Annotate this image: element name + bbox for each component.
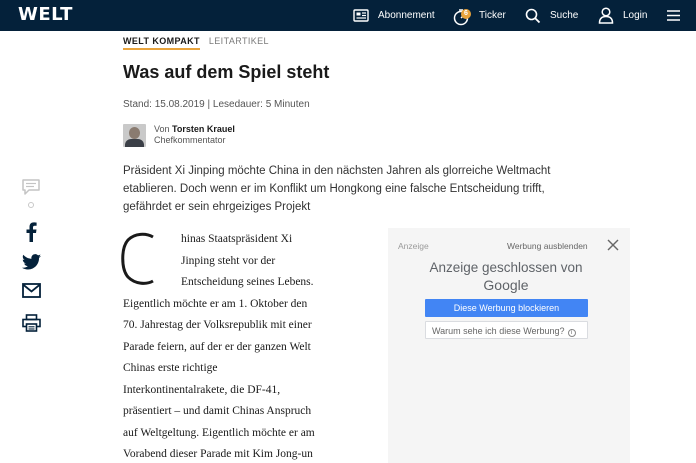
abonnement-label: Abonnement: [378, 10, 435, 21]
kicker-leitartikel[interactable]: LEITARTIKEL: [209, 36, 269, 46]
google-logo-text: Google: [483, 277, 529, 293]
ad-label: Anzeige: [398, 241, 429, 251]
login-label: Login: [623, 10, 648, 21]
body-line: Jinping steht vor der: [181, 254, 276, 267]
body-line: präsentiert – und damit Chinas Anspruch: [123, 405, 312, 417]
menu-button[interactable]: [667, 0, 680, 31]
hamburger-menu-icon: [667, 10, 680, 21]
facebook-share-button[interactable]: [19, 222, 43, 242]
author-text: Von Torsten Krauel Chefkommentator: [154, 124, 235, 147]
body-line: Interkontinentalrakete, die DF-41,: [123, 383, 281, 396]
author-avatar[interactable]: [123, 124, 146, 147]
body-line: Entscheidung seines Lebens.: [181, 276, 314, 288]
mail-icon: [21, 283, 41, 298]
info-icon: i: [567, 329, 576, 337]
twitter-icon: [21, 254, 41, 270]
why-this-ad-button[interactable]: Warum sehe ich diese Werbung? i: [425, 321, 588, 339]
print-button[interactable]: [19, 314, 43, 332]
author-prefix: Von: [154, 124, 170, 134]
ticker-label: Ticker: [479, 10, 506, 21]
article-kicker: WELT KOMPAKT LEITARTIKEL: [123, 36, 269, 50]
top-navigation-bar: WELT Abonnement 6 Ticker Suche Login: [0, 0, 696, 31]
avatar-head: [129, 127, 140, 139]
print-icon: [21, 314, 41, 332]
body-line: auf Weltgeltung. Eigentlich möchte er am: [123, 426, 315, 439]
body-line: Chinas erste richtige: [123, 362, 218, 374]
comments-button[interactable]: [19, 178, 43, 196]
newspaper-icon: [353, 9, 369, 22]
article-body: hinas Staatspräsident Xi Jinping steht v…: [123, 229, 373, 463]
author-block: Von Torsten Krauel Chefkommentator: [123, 124, 235, 147]
mail-share-button[interactable]: [19, 283, 43, 298]
search-icon: [525, 8, 541, 23]
author-name[interactable]: Torsten Krauel: [172, 124, 235, 134]
ad-panel: Anzeige Werbung ausblenden Anzeige gesch…: [388, 228, 630, 463]
welt-logo[interactable]: WELT: [18, 4, 73, 25]
body-line: Eigentlich möchte er am 1. Oktober den: [123, 297, 308, 310]
twitter-share-button[interactable]: [19, 254, 43, 270]
close-icon[interactable]: [606, 238, 620, 252]
comment-count-dot: [28, 202, 34, 208]
avatar-body: [125, 139, 144, 147]
ticker-badge: 6: [461, 8, 471, 19]
ticker-button[interactable]: 6 Ticker: [452, 0, 506, 31]
author-role: Chefkommentator: [154, 135, 226, 145]
comment-icon: [22, 179, 40, 195]
article-meta: Stand: 15.08.2019 | Lesedauer: 5 Minuten: [123, 99, 310, 110]
ad-closed-text: Anzeige geschlossen von: [429, 260, 583, 275]
search-button[interactable]: Suche: [525, 0, 578, 31]
body-line: 70. Jahrestag der Volksrepublik mit eine…: [123, 319, 312, 331]
why-this-ad-label: Warum sehe ich diese Werbung?: [432, 326, 565, 336]
user-icon: [598, 7, 614, 24]
block-ad-button[interactable]: Diese Werbung blockieren: [425, 299, 588, 317]
abonnement-button[interactable]: Abonnement: [353, 0, 435, 31]
article-intro: Präsident Xi Jinping möchte China in den…: [123, 165, 551, 213]
login-button[interactable]: Login: [598, 0, 647, 31]
search-label: Suche: [550, 10, 579, 21]
hide-ad-link[interactable]: Werbung ausblenden: [507, 241, 588, 251]
body-line: hinas Staatspräsident Xi: [181, 233, 293, 245]
body-line: Parade feiern, auf der er der ganzen Wel…: [123, 340, 311, 353]
body-line: Vorabend dieser Parade mit Kim Jong-un: [123, 448, 313, 460]
facebook-icon: [26, 222, 37, 242]
ticker-icon-wrap: 6: [452, 7, 471, 25]
article-headline: Was auf dem Spiel steht: [123, 62, 330, 82]
kicker-welt-kompakt[interactable]: WELT KOMPAKT: [123, 36, 200, 50]
